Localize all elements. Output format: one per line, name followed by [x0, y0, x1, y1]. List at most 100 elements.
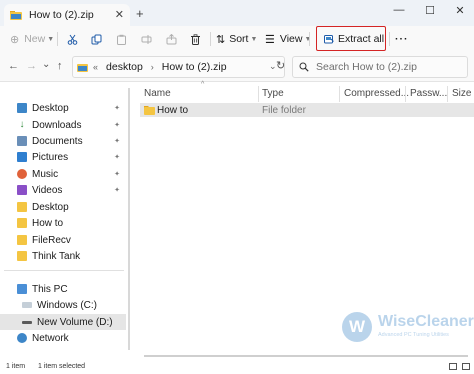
view-icon: ☰	[265, 33, 275, 46]
folder-icon	[17, 202, 27, 212]
sort-icon: ⇅	[216, 33, 226, 46]
maximize-icon[interactable]: ☐	[420, 4, 440, 17]
view-button[interactable]: ☰ View ▼	[265, 26, 311, 52]
column-header-compressed[interactable]: Compressed...	[344, 88, 409, 99]
nav-item-desktop[interactable]: Desktop ✦	[0, 100, 126, 116]
folder-icon	[10, 11, 22, 20]
nav-item-network[interactable]: Network	[0, 330, 126, 346]
chevron-right-icon: ›	[150, 62, 154, 72]
pin-icon: ✦	[114, 187, 120, 194]
up-icon[interactable]: ↑	[57, 60, 63, 72]
recent-locations-icon[interactable]: ⌄	[42, 59, 50, 70]
back-icon[interactable]: ←	[8, 60, 19, 72]
file-type: File folder	[262, 104, 306, 116]
close-window-icon[interactable]: ✕	[450, 4, 470, 17]
network-icon	[17, 333, 27, 343]
desktop-folder-icon	[17, 103, 27, 113]
breadcrumb-desktop[interactable]: desktop	[106, 61, 143, 73]
wisecleaner-watermark: W WiseCleaner Advanced PC Tuning Utiliti…	[342, 310, 474, 346]
nav-item-drive-c[interactable]: Windows (C:)	[0, 297, 126, 313]
nav-item-pictures[interactable]: Pictures ✦	[0, 149, 126, 165]
column-header-password[interactable]: Passw...	[410, 88, 447, 99]
nav-item-documents[interactable]: Documents ✦	[0, 133, 126, 149]
title-bar: How to (2).zip ✕ + — ☐ ✕	[0, 0, 474, 26]
file-row[interactable]: How to File folder	[140, 103, 474, 117]
sort-button[interactable]: ⇅ Sort ▼	[216, 26, 257, 52]
refresh-icon[interactable]: ↻	[276, 59, 285, 72]
horizontal-scrollbar[interactable]	[144, 355, 468, 357]
nav-divider	[4, 270, 124, 271]
watermark-tagline: Advanced PC Tuning Utilities	[378, 332, 449, 338]
caret-down-icon: ▼	[47, 35, 55, 43]
column-header-type[interactable]: Type	[262, 88, 284, 99]
pin-icon: ✦	[114, 154, 120, 161]
tab-title: How to (2).zip	[29, 9, 94, 21]
navigation-pane: Desktop ✦ ↓ Downloads ✦ Documents ✦ Pict…	[0, 82, 130, 360]
watermark-name: WiseCleaner	[378, 313, 474, 330]
nav-scrollbar[interactable]	[128, 88, 130, 350]
minimize-icon[interactable]: —	[389, 4, 409, 16]
nav-item-desktop-2[interactable]: Desktop	[0, 199, 126, 215]
path-overflow-icon[interactable]: «	[93, 62, 98, 72]
videos-icon	[17, 185, 27, 195]
caret-down-icon: ▼	[304, 35, 312, 43]
documents-icon	[17, 136, 27, 146]
column-header-name[interactable]: Name	[144, 88, 171, 99]
search-input[interactable]: Search How to (2).zip	[292, 56, 468, 78]
nav-item-how-to[interactable]: How to	[0, 215, 126, 231]
close-tab-icon[interactable]: ✕	[115, 8, 124, 21]
folder-icon	[17, 218, 27, 228]
search-placeholder: Search How to (2).zip	[316, 61, 417, 73]
folder-icon	[144, 105, 155, 115]
command-bar: ⊕ New ▼ ⇅ Sort ▼ ☰ View ▼ Extract all ··…	[0, 26, 474, 52]
nav-item-drive-d[interactable]: New Volume (D:)	[0, 314, 126, 330]
plus-circle-icon: ⊕	[10, 33, 20, 46]
address-field[interactable]: « desktop › How to (2).zip ⌄	[72, 56, 285, 78]
computer-icon	[17, 284, 27, 294]
sort-caret-icon: ^	[201, 81, 205, 88]
delete-button[interactable]	[190, 26, 201, 52]
wisecleaner-logo: W	[342, 312, 372, 342]
copy-icon	[91, 34, 102, 44]
folder-icon	[17, 235, 27, 245]
pin-icon: ✦	[114, 122, 120, 129]
folder-icon	[77, 63, 88, 72]
caret-down-icon: ▼	[250, 35, 258, 43]
item-count: 1 item	[6, 363, 26, 370]
nav-item-downloads[interactable]: ↓ Downloads ✦	[0, 117, 126, 133]
more-options-button[interactable]: ···	[395, 26, 409, 52]
pin-icon: ✦	[114, 105, 120, 112]
pin-icon: ✦	[114, 138, 120, 145]
file-name: How to	[157, 104, 189, 116]
details-view-icon[interactable]	[449, 363, 457, 370]
tab-how-to-zip[interactable]: How to (2).zip ✕	[4, 4, 130, 26]
rename-icon	[141, 34, 152, 44]
new-button[interactable]: ⊕ New ▼	[10, 26, 54, 52]
new-tab-icon[interactable]: +	[136, 6, 144, 21]
nav-item-videos[interactable]: Videos ✦	[0, 182, 126, 198]
cut-button[interactable]	[67, 26, 78, 52]
copy-button[interactable]	[91, 26, 102, 52]
drive-icon	[22, 320, 32, 324]
search-icon	[299, 62, 309, 72]
column-header-size[interactable]: Size	[452, 88, 471, 99]
nav-item-this-pc[interactable]: This PC	[0, 281, 126, 297]
extract-all-highlight	[316, 26, 386, 51]
paste-icon	[117, 34, 126, 45]
nav-item-filerecv[interactable]: FileRecv	[0, 232, 126, 248]
pin-icon: ✦	[114, 171, 120, 178]
share-button[interactable]	[166, 26, 177, 52]
downloads-icon: ↓	[17, 120, 27, 130]
address-bar: ← → ⌄ ↑ « desktop › How to (2).zip ⌄ ↻ S…	[0, 52, 474, 82]
paste-button[interactable]	[116, 26, 127, 52]
nav-item-music[interactable]: Music ✦	[0, 166, 126, 182]
tiles-view-icon[interactable]	[462, 363, 470, 370]
rename-button[interactable]	[141, 26, 152, 52]
delete-icon	[191, 33, 200, 45]
nav-item-think-tank[interactable]: Think Tank	[0, 248, 126, 264]
selection-count: 1 item selected	[38, 363, 86, 370]
forward-icon[interactable]: →	[26, 60, 37, 72]
cut-icon	[67, 34, 78, 45]
breadcrumb-zip[interactable]: How to (2).zip	[162, 61, 227, 73]
status-bar: 1 item 1 item selected	[0, 360, 474, 374]
